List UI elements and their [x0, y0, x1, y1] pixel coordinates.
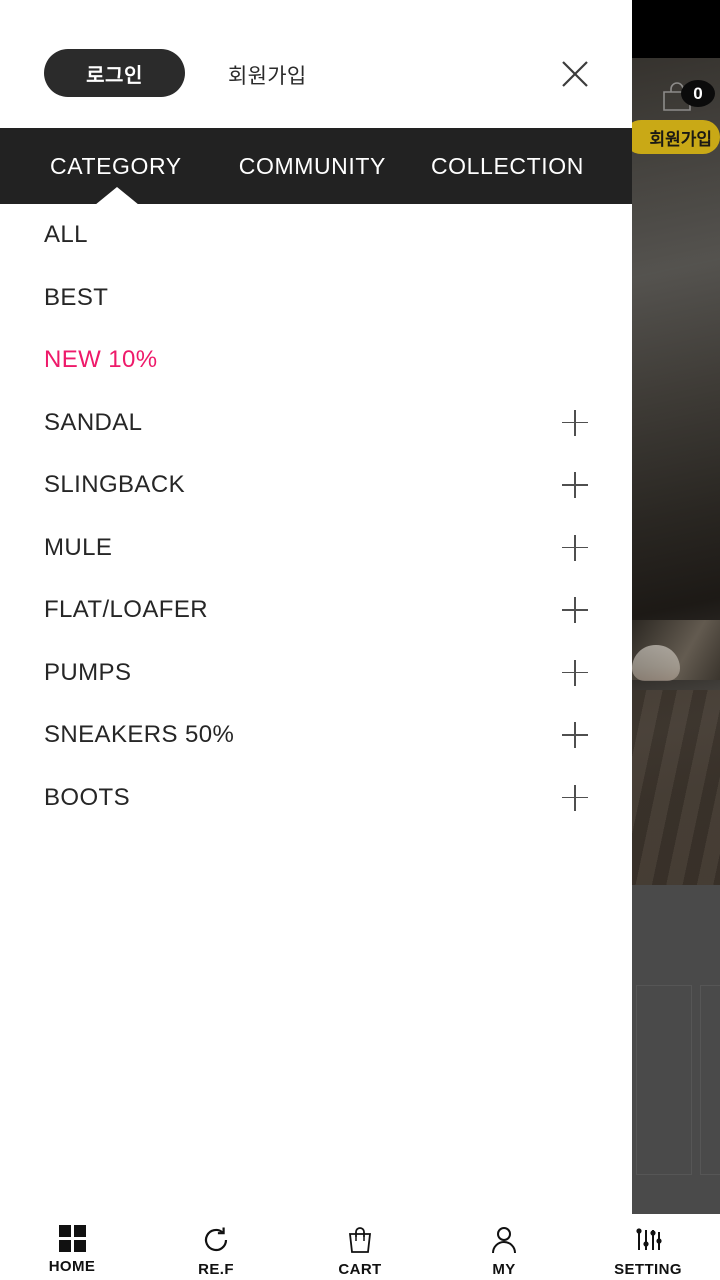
category-label: SLINGBACK — [44, 471, 185, 499]
category-item-pumps[interactable]: PUMPS — [0, 642, 632, 705]
nav-label: RE.F — [198, 1261, 234, 1278]
category-item-sandal[interactable]: SANDAL — [0, 392, 632, 455]
category-label: MULE — [44, 533, 113, 561]
signup-link[interactable]: 회원가입 — [228, 60, 306, 90]
grid-icon — [58, 1225, 86, 1252]
category-item-all[interactable]: ALL — [0, 204, 632, 267]
category-label: BEST — [44, 283, 109, 311]
category-label: ALL — [44, 221, 88, 249]
sliders-icon — [633, 1225, 663, 1255]
tab-collection[interactable]: COLLECTION — [431, 153, 584, 180]
tab-category[interactable]: CATEGORY — [50, 153, 182, 180]
plus-icon[interactable] — [562, 597, 588, 624]
category-item-slingback[interactable]: SLINGBACK — [0, 454, 632, 517]
category-item-flat-loafer[interactable]: FLAT/LOAFER — [0, 579, 632, 642]
close-icon[interactable] — [556, 55, 594, 93]
plus-icon[interactable] — [562, 659, 588, 686]
refresh-icon — [201, 1225, 231, 1255]
login-button[interactable]: 로그인 — [44, 49, 185, 97]
nav-item-setting[interactable]: SETTING — [576, 1214, 720, 1280]
person-icon — [489, 1225, 519, 1255]
bottom-navigation: HOME RE.F CART MY SETTING — [0, 1214, 720, 1280]
plus-icon[interactable] — [562, 409, 588, 436]
category-drawer: 로그인 회원가입 CATEGORY COMMUNITY COLLECTION A… — [0, 0, 632, 1213]
nav-item-cart[interactable]: CART — [288, 1214, 432, 1280]
category-item-sneakers[interactable]: SNEAKERS 50% — [0, 704, 632, 767]
category-item-mule[interactable]: MULE — [0, 517, 632, 580]
nav-label: SETTING — [614, 1261, 682, 1278]
category-label: FLAT/LOAFER — [44, 596, 208, 624]
drawer-header: 로그인 회원가입 — [0, 0, 632, 128]
nav-item-home[interactable]: HOME — [0, 1214, 144, 1280]
drawer-tabbar: CATEGORY COMMUNITY COLLECTION — [0, 128, 632, 205]
category-item-best[interactable]: BEST — [0, 267, 632, 330]
active-tab-pointer — [95, 187, 139, 205]
background-join-button[interactable]: 회원가입 — [624, 120, 720, 154]
plus-icon[interactable] — [562, 722, 588, 749]
category-label: PUMPS — [44, 658, 132, 686]
plus-icon[interactable] — [562, 472, 588, 499]
nav-item-ref[interactable]: RE.F — [144, 1214, 288, 1280]
category-label: SNEAKERS 50% — [44, 721, 235, 749]
shopping-bag-icon — [345, 1225, 375, 1255]
category-label: SANDAL — [44, 408, 143, 436]
nav-label: CART — [338, 1261, 382, 1278]
nav-item-my[interactable]: MY — [432, 1214, 576, 1280]
app-screen: 0 회원가입 로그인 회원가입 CATEGORY COMMUNITY COLLE… — [0, 0, 720, 1280]
nav-label: HOME — [48, 1258, 96, 1275]
category-list: ALL BEST NEW 10% SANDAL SLINGBACK MULE F… — [0, 204, 632, 829]
background-product-card[interactable] — [700, 985, 720, 1175]
category-label: NEW 10% — [44, 346, 158, 374]
status-bar — [632, 0, 720, 58]
plus-icon[interactable] — [562, 534, 588, 561]
hero-floor-texture — [632, 690, 720, 885]
nav-label: MY — [492, 1261, 516, 1278]
category-label: BOOTS — [44, 783, 131, 811]
category-item-boots[interactable]: BOOTS — [0, 767, 632, 830]
category-item-new[interactable]: NEW 10% — [0, 329, 632, 392]
cart-badge: 0 — [681, 80, 715, 107]
plus-icon[interactable] — [562, 784, 588, 811]
background-product-card[interactable] — [636, 985, 692, 1175]
tab-community[interactable]: COMMUNITY — [239, 153, 386, 180]
